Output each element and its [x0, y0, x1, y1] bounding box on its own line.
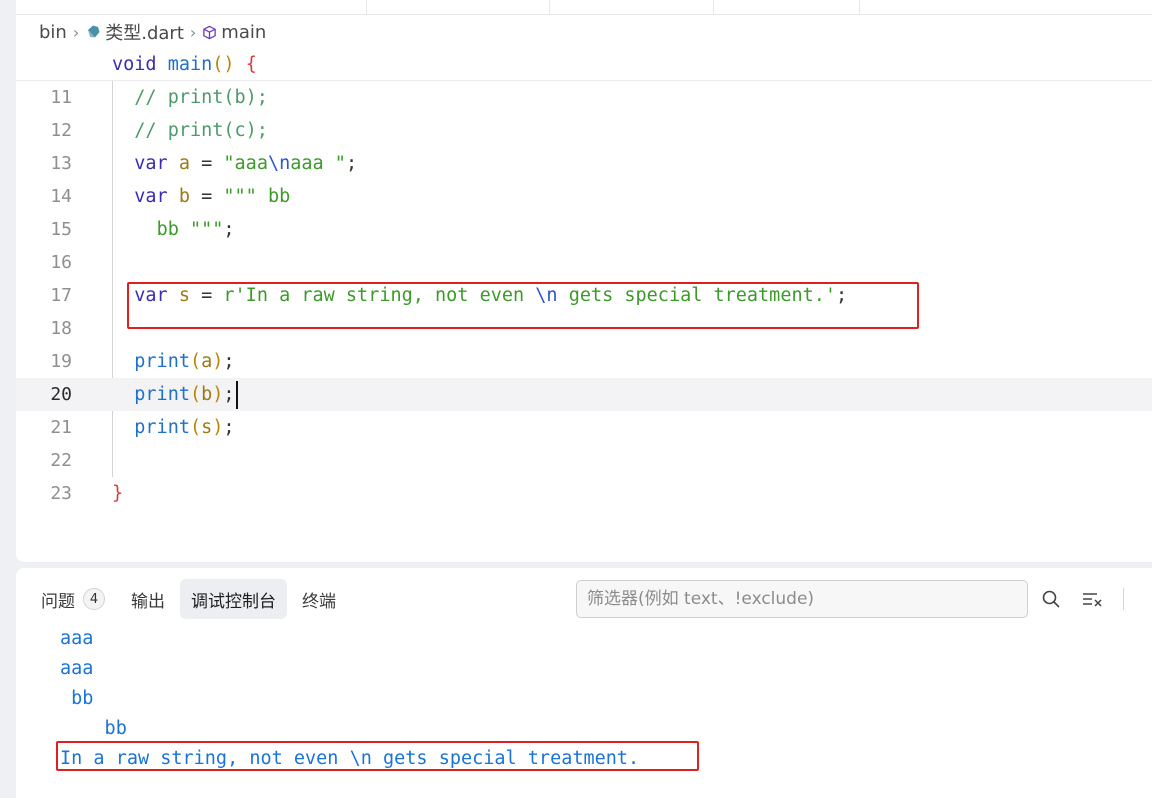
- sticky-scroll-header[interactable]: void main() {: [16, 48, 1152, 81]
- symbol-method-icon: [203, 25, 217, 39]
- sticky-scroll-text: void main() {: [112, 54, 257, 75]
- highlight-box-raw-string-code: [127, 282, 919, 329]
- breadcrumb-symbol[interactable]: main: [202, 22, 266, 43]
- text-cursor: [235, 381, 238, 409]
- tab-problems-label: 问题: [41, 591, 75, 612]
- line-number: 11: [50, 87, 72, 108]
- tab-terminal-label: 终端: [302, 591, 336, 612]
- problems-count-badge: 4: [83, 588, 105, 610]
- line-number: 16: [50, 252, 72, 273]
- tab-output-label: 输出: [131, 591, 165, 612]
- console-line: aaa: [60, 628, 94, 649]
- console-line: bb: [60, 688, 94, 709]
- breadcrumb-folder[interactable]: bin: [39, 22, 67, 43]
- code-line[interactable]: 22: [16, 444, 1152, 477]
- line-number: 13: [50, 153, 72, 174]
- tab-terminal[interactable]: 终端: [291, 579, 347, 619]
- tab-problems[interactable]: 问题 4: [30, 579, 116, 619]
- breadcrumb: bin › 类型.dart › main: [39, 19, 266, 45]
- line-number: 22: [50, 450, 72, 471]
- line-number: 14: [50, 186, 72, 207]
- code-line[interactable]: 15 bb """;: [16, 213, 1152, 246]
- code-editor[interactable]: bin › 类型.dart › main void main() { 11 //…: [16, 0, 1152, 562]
- code-text: print(a);: [134, 351, 235, 372]
- line-number: 12: [50, 120, 72, 141]
- breadcrumb-file[interactable]: 类型.dart: [85, 19, 184, 45]
- toolbar-divider: [1123, 588, 1124, 610]
- line-number: 19: [50, 351, 72, 372]
- tab-debug-console-label: 调试控制台: [191, 591, 276, 612]
- code-text: print(b);: [112, 378, 238, 411]
- breadcrumb-file-label: 类型.dart: [105, 23, 184, 44]
- code-text: // print(b);: [134, 87, 268, 108]
- breadcrumb-symbol-label: main: [221, 21, 267, 43]
- console-filter-input[interactable]: [576, 580, 1028, 618]
- code-line[interactable]: 12 // print(c);: [16, 114, 1152, 147]
- breadcrumb-folder-label: bin: [39, 21, 67, 43]
- code-line[interactable]: 21 print(s);: [16, 411, 1152, 444]
- code-line[interactable]: 19 print(a);: [16, 345, 1152, 378]
- bottom-panel: 问题 4 输出 调试控制台 终端 aaa aaa bb bb In a raw …: [16, 568, 1152, 798]
- chevron-right-icon: ›: [189, 22, 197, 42]
- code-line-current[interactable]: 20 print(b);: [16, 378, 1152, 411]
- line-number: 18: [50, 318, 72, 339]
- code-text: var b = """ bb: [134, 186, 291, 207]
- tab-debug-console[interactable]: 调试控制台: [180, 579, 287, 619]
- line-number: 20: [50, 384, 72, 405]
- search-icon[interactable]: [1040, 588, 1062, 610]
- dart-file-icon: [88, 25, 100, 38]
- code-text: var a = "aaa\naaa ";: [134, 153, 358, 174]
- line-number: 23: [50, 483, 72, 504]
- code-text: // print(c);: [134, 120, 268, 141]
- code-text: print(s);: [134, 417, 235, 438]
- code-text: }: [112, 483, 124, 504]
- editor-tab-strip: [16, 0, 1152, 15]
- code-line[interactable]: 23}: [16, 477, 1152, 510]
- console-line: aaa: [60, 658, 94, 679]
- line-number: 21: [50, 417, 72, 438]
- line-number: 17: [50, 285, 72, 306]
- code-line[interactable]: 16: [16, 246, 1152, 279]
- tab-output[interactable]: 输出: [120, 579, 176, 619]
- code-line[interactable]: 11 // print(b);: [16, 81, 1152, 114]
- code-text: bb """;: [156, 219, 235, 240]
- console-line: bb: [60, 718, 127, 739]
- panel-tab-bar: 问题 4 输出 调试控制台 终端: [30, 579, 347, 619]
- line-number: 15: [50, 219, 72, 240]
- code-line[interactable]: 14 var b = """ bb: [16, 180, 1152, 213]
- chevron-right-icon: ›: [72, 22, 80, 42]
- clear-console-icon[interactable]: [1081, 588, 1103, 610]
- highlight-box-raw-string-output: [56, 741, 699, 771]
- code-line[interactable]: 13 var a = "aaa\naaa ";: [16, 147, 1152, 180]
